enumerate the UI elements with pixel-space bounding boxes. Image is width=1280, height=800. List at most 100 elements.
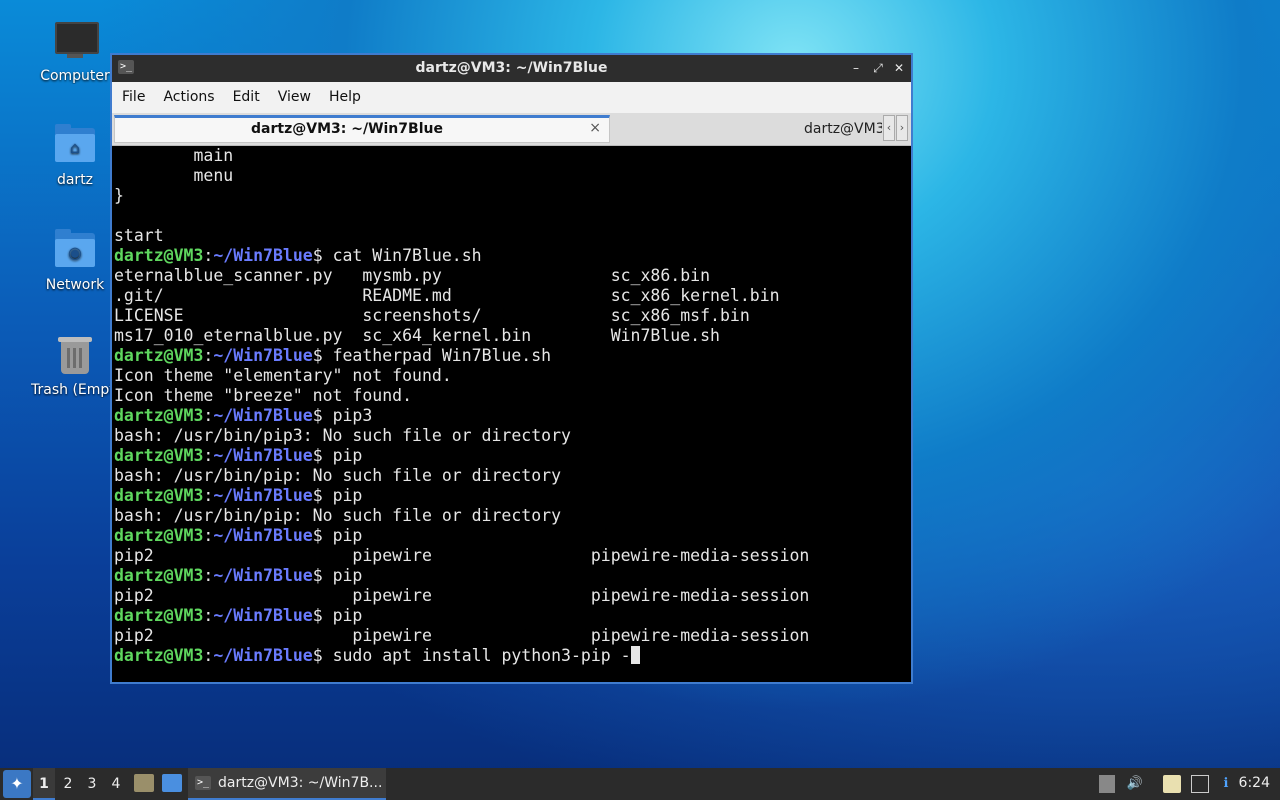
volume-icon[interactable]: 🔊 — [1126, 775, 1144, 793]
prompt-path: ~/Win7Blue — [213, 446, 313, 465]
show-desktop-icon[interactable] — [134, 774, 154, 792]
prompt-path: ~/Win7Blue — [213, 606, 313, 625]
menu-edit[interactable]: Edit — [224, 82, 269, 113]
terminal-command-line: dartz@VM3:~/Win7Blue$ pip — [114, 606, 909, 626]
network-icon[interactable] — [1191, 775, 1209, 793]
tab-scroll-left-icon[interactable]: ‹ — [883, 115, 895, 141]
command-text: pip — [332, 526, 363, 545]
prompt-path: ~/Win7Blue — [213, 246, 313, 265]
computer-icon — [53, 18, 99, 62]
prompt-symbol: $ — [312, 486, 333, 505]
prompt-separator: : — [203, 406, 214, 425]
prompt-separator: : — [203, 346, 214, 365]
command-text: pip3 — [332, 406, 373, 425]
tab-label: dartz@VM3: ~/Win7Blue — [251, 121, 443, 137]
terminal-output-line: start — [114, 226, 164, 245]
trash-icon — [53, 332, 97, 376]
command-text: cat Win7Blue.sh — [332, 246, 482, 265]
minimize-button[interactable]: – — [847, 59, 865, 77]
prompt-separator: : — [203, 486, 214, 505]
taskbar: ✦ 1 2 3 4 >_ dartz@VM3: ~/Win7B... 🔊 ℹ 6… — [0, 768, 1280, 800]
taskbar-task-terminal[interactable]: >_ dartz@VM3: ~/Win7B... — [188, 768, 386, 800]
terminal-output-line: menu — [114, 166, 234, 185]
prompt-path: ~/Win7Blue — [213, 566, 313, 585]
prompt-separator: : — [203, 246, 214, 265]
prompt-user: dartz@VM3 — [114, 646, 204, 665]
terminal-command-line: dartz@VM3:~/Win7Blue$ pip — [114, 446, 909, 466]
desktop-icon-trash[interactable]: Trash (Empty) — [31, 332, 119, 398]
file-manager-icon[interactable] — [162, 774, 182, 792]
close-button[interactable]: ✕ — [890, 59, 908, 77]
terminal-window: >_ dartz@VM3: ~/Win7Blue – ⤢ ✕ File Actio… — [110, 53, 913, 684]
terminal-command-line: dartz@VM3:~/Win7Blue$ pip — [114, 526, 909, 546]
text-cursor — [630, 646, 640, 664]
notification-icon[interactable]: ℹ — [1217, 775, 1235, 793]
prompt-symbol: $ — [312, 606, 333, 625]
prompt-symbol: $ — [312, 406, 333, 425]
terminal-output[interactable]: main menu} start dartz@VM3:~/Win7Blue$ cat… — [114, 146, 909, 680]
terminal-command-line: dartz@VM3:~/Win7Blue$ cat Win7Blue.sh — [114, 246, 909, 266]
prompt-symbol: $ — [312, 526, 333, 545]
terminal-output-line: bash: /usr/bin/pip: No such file or dire… — [114, 506, 562, 525]
prompt-user: dartz@VM3 — [114, 606, 204, 625]
maximize-button[interactable]: ⤢ — [869, 59, 887, 77]
terminal-output-line: ms17_010_eternalblue.py sc_x64_kernel.bi… — [114, 326, 720, 345]
prompt-separator: : — [203, 566, 214, 585]
tab-bar: dartz@VM3: ~/Win7Blue × dartz@VM3: ~/Win… — [112, 113, 911, 146]
command-text: pip — [332, 486, 363, 505]
terminal-output-line: eternalblue_scanner.py mysmb.py sc_x86.b… — [114, 266, 711, 285]
command-text: pip — [332, 606, 363, 625]
command-text: pip — [332, 446, 363, 465]
terminal-output-line: } — [114, 186, 124, 205]
tab-scroll-right-icon[interactable]: › — [896, 115, 908, 141]
prompt-symbol: $ — [312, 566, 333, 585]
prompt-path: ~/Win7Blue — [213, 646, 313, 665]
terminal-output-line: .git/ README.md sc_x86_kernel.bin — [114, 286, 780, 305]
command-text: sudo apt install python3-pip - — [332, 646, 631, 665]
prompt-user: dartz@VM3 — [114, 406, 204, 425]
window-title: dartz@VM3: ~/Win7Blue — [415, 60, 608, 76]
terminal-output-line: LICENSE screenshots/ sc_x86_msf.bin — [114, 306, 750, 325]
workspace-1[interactable]: 1 — [33, 768, 55, 800]
prompt-user: dartz@VM3 — [114, 526, 204, 545]
terminal-command-line: dartz@VM3:~/Win7Blue$ featherpad Win7Blu… — [114, 346, 909, 366]
terminal-command-line: dartz@VM3:~/Win7Blue$ sudo apt install p… — [114, 646, 909, 666]
terminal-output-line: pip2 pipewire pipewire-media-session — [114, 586, 810, 605]
start-menu-icon[interactable]: ✦ — [3, 770, 31, 798]
update-notifier-icon[interactable] — [1099, 775, 1115, 793]
prompt-user: dartz@VM3 — [114, 566, 204, 585]
prompt-symbol: $ — [312, 346, 333, 365]
tab-label: dartz@VM3: ~/Win7Blue — [804, 121, 882, 137]
tab-close-icon[interactable]: × — [589, 120, 601, 136]
clipboard-icon[interactable] — [1163, 775, 1181, 793]
menu-file[interactable]: File — [113, 82, 154, 113]
task-label: dartz@VM3: ~/Win7B... — [218, 775, 383, 791]
title-bar[interactable]: >_ dartz@VM3: ~/Win7Blue – ⤢ ✕ — [112, 55, 911, 82]
menu-view[interactable]: View — [269, 82, 320, 113]
menu-help[interactable]: Help — [320, 82, 370, 113]
workspace-3[interactable]: 3 — [81, 768, 103, 800]
terminal-output-line: bash: /usr/bin/pip3: No such file or dir… — [114, 426, 571, 445]
clock[interactable]: 6:24 — [1239, 775, 1270, 791]
menu-actions[interactable]: Actions — [154, 82, 223, 113]
prompt-separator: : — [203, 646, 214, 665]
terminal-command-line: dartz@VM3:~/Win7Blue$ pip3 — [114, 406, 909, 426]
terminal-command-line: dartz@VM3:~/Win7Blue$ pip — [114, 486, 909, 506]
workspace-4[interactable]: 4 — [105, 768, 127, 800]
prompt-separator: : — [203, 526, 214, 545]
prompt-path: ~/Win7Blue — [213, 406, 313, 425]
command-text: featherpad Win7Blue.sh — [332, 346, 552, 365]
tab-second[interactable]: dartz@VM3: ~/Win7Blue — [612, 115, 882, 143]
terminal-output-line: pip2 pipewire pipewire-media-session — [114, 546, 810, 565]
terminal-output-line: Icon theme "breeze" not found. — [114, 386, 413, 405]
prompt-path: ~/Win7Blue — [213, 526, 313, 545]
prompt-symbol: $ — [312, 646, 333, 665]
workspace-2[interactable]: 2 — [57, 768, 79, 800]
prompt-user: dartz@VM3 — [114, 446, 204, 465]
terminal-output-line: bash: /usr/bin/pip: No such file or dire… — [114, 466, 562, 485]
terminal-output-line: main — [114, 146, 234, 165]
tab-active[interactable]: dartz@VM3: ~/Win7Blue × — [114, 115, 610, 143]
prompt-symbol: $ — [312, 446, 333, 465]
network-folder-icon: ◉ — [53, 227, 97, 271]
